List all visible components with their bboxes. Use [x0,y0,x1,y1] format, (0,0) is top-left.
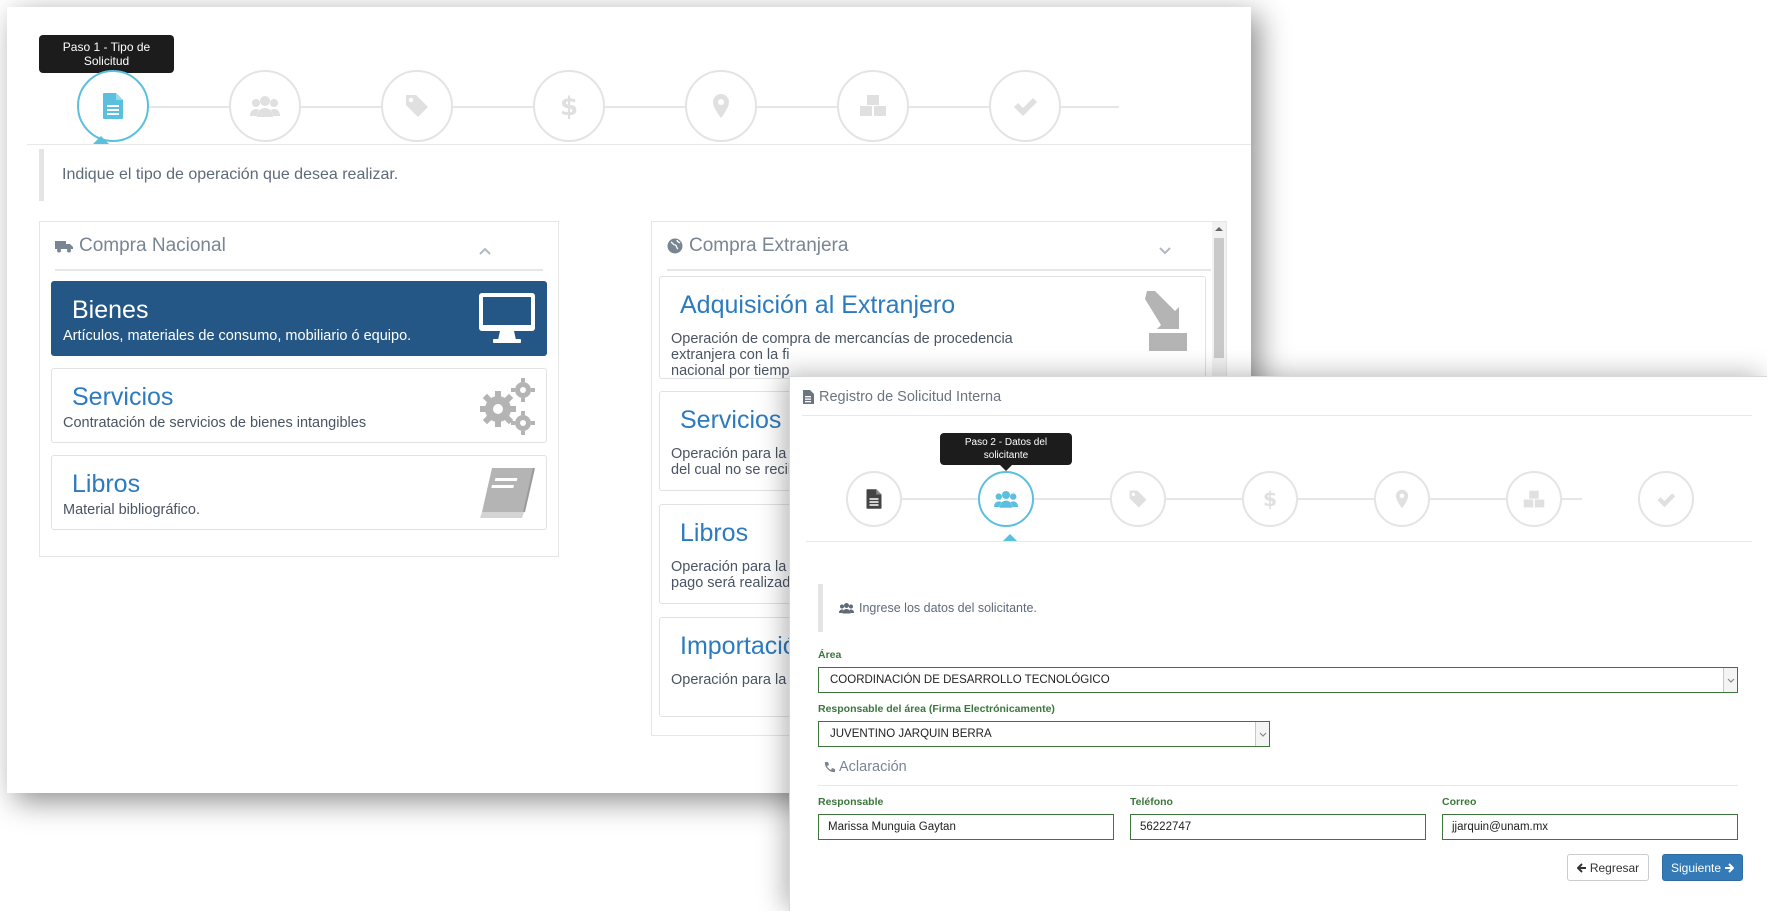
wizard-step-confirmar[interactable] [1638,471,1694,527]
cubes-icon [860,95,886,116]
dollar-icon: $ [1263,488,1277,510]
responsable-input[interactable]: Marissa Munguia Gaytan [818,814,1114,840]
wizard-divider [806,541,1752,542]
import-icon [1143,289,1189,356]
map-marker-icon [1395,489,1409,509]
card-title: Adquisición al Extranjero [680,291,956,319]
users-icon [839,602,854,614]
wizard-step-costo[interactable]: $ [1242,471,1298,527]
chevron-down-icon[interactable] [1255,722,1269,746]
compra-extranjera-header[interactable]: Compra Extranjera [667,222,1211,271]
wizard-step-bienes[interactable] [837,70,909,142]
correo-input[interactable]: jjarquin@unam.mx [1442,814,1738,840]
responsable-area-select[interactable]: JUVENTINO JARQUIN BERRA [818,721,1270,747]
step-tooltip: Paso 2 - Datos del solicitante [940,433,1072,471]
wizard-step-tag[interactable] [1110,471,1166,527]
arrow-left-icon [1576,862,1587,873]
check-icon [1657,492,1676,507]
card-desc: Operación para la del cual no se recil [671,446,792,478]
instruction-callout: Ingrese los datos del solicitante. [818,584,1718,632]
chevron-down-icon[interactable] [1723,668,1737,692]
chevron-up-icon[interactable] [479,239,491,261]
wizard-step-tipo[interactable] [846,471,902,527]
wizard-steps: $ [77,70,1182,150]
wizard-step-ubicacion[interactable] [1374,471,1430,527]
card-title: Importació [680,632,797,660]
wizard-step-confirmar[interactable] [989,70,1061,142]
instruction-callout: Indique el tipo de operación que desea r… [39,149,1099,201]
aclaracion-divider [818,785,1738,786]
responsable-area-label: Responsable del área (Firma Electrónicam… [818,703,1055,715]
card-desc: Artículos, materiales de consumo, mobili… [63,328,412,344]
wizard-steps: $ [846,471,1694,531]
card-desc: Contratación de servicios de bienes inta… [63,415,367,431]
dollar-icon: $ [560,92,578,120]
scrollbar-thumb[interactable] [1214,238,1224,358]
title-divider [802,415,1752,416]
desktop-icon [478,292,536,349]
cubes-icon [1523,490,1545,507]
card-desc: Operación de compra de mercancías de pro… [671,331,1013,379]
file-text-icon [103,93,123,119]
users-icon [250,96,280,117]
svg-text:$: $ [1263,488,1277,510]
wizard-step-tipo[interactable] [77,70,149,142]
card-adquisicion-extranjero[interactable]: Adquisición al Extranjero Operación de c… [659,276,1206,379]
gears-icon [476,377,536,440]
compra-nacional-panel: Compra Nacional Bienes Artículos, materi… [39,221,559,557]
area-select[interactable]: COORDINACIÓN DE DESARROLLO TECNOLÓGICO [818,667,1738,693]
file-text-icon [802,390,814,404]
aclaracion-heading: Aclaración [823,759,907,775]
wizard-step-tag[interactable] [381,70,453,142]
compra-nacional-header[interactable]: Compra Nacional [55,222,543,271]
card-desc: Material bibliográfico. [63,502,201,518]
active-step-caret [1003,534,1017,541]
step-tooltip: Paso 1 - Tipo de Solicitud [39,35,174,79]
map-marker-icon [713,94,729,118]
correo-label: Correo [1442,796,1477,808]
globe-icon [667,238,683,254]
card-title: Libros [72,470,141,498]
file-text-icon [866,489,882,509]
compra-nacional-title: Compra Nacional [79,234,226,256]
siguiente-button[interactable]: Siguiente [1662,854,1743,881]
solicitud-window-step2: Registro de Solicitud Interna Paso 2 - D… [789,376,1767,911]
tag-icon [1129,490,1147,508]
telefono-input[interactable]: 56222747 [1130,814,1426,840]
phone-icon [823,761,835,773]
window-title: Registro de Solicitud Interna [802,389,1001,405]
telefono-label: Teléfono [1130,796,1173,808]
svg-text:$: $ [560,92,578,120]
truck-icon [55,239,73,253]
book-icon [478,466,536,525]
card-bienes[interactable]: Bienes Artículos, materiales de consumo,… [51,281,547,356]
card-title: Servicios [680,406,782,434]
wizard-step-ubicacion[interactable] [685,70,757,142]
arrow-right-icon [1724,862,1735,873]
scroll-up-icon[interactable] [1212,223,1226,235]
card-title: Servicios [72,383,174,411]
regresar-button[interactable]: Regresar [1567,854,1649,881]
wizard-step-solicitante[interactable] [978,471,1034,527]
compra-extranjera-title: Compra Extranjera [689,234,849,256]
tag-icon [406,95,428,117]
card-desc: Operación para la pago será realizad [671,559,791,591]
wizard-step-solicitante[interactable] [229,70,301,142]
check-icon [1014,98,1037,116]
card-title: Libros [680,519,749,547]
responsable-label: Responsable [818,796,884,808]
wizard-step-costo[interactable]: $ [533,70,605,142]
wizard-divider [27,144,1251,145]
wizard-step-bienes[interactable] [1506,471,1562,527]
users-icon [994,491,1018,508]
card-libros[interactable]: Libros Material bibliográfico. [51,455,547,530]
card-servicios[interactable]: Servicios Contratación de servicios de b… [51,368,547,443]
chevron-down-icon[interactable] [1159,239,1171,261]
card-desc: Operación para la [671,672,787,688]
area-label: Área [818,649,842,661]
card-title: Bienes [72,296,149,324]
